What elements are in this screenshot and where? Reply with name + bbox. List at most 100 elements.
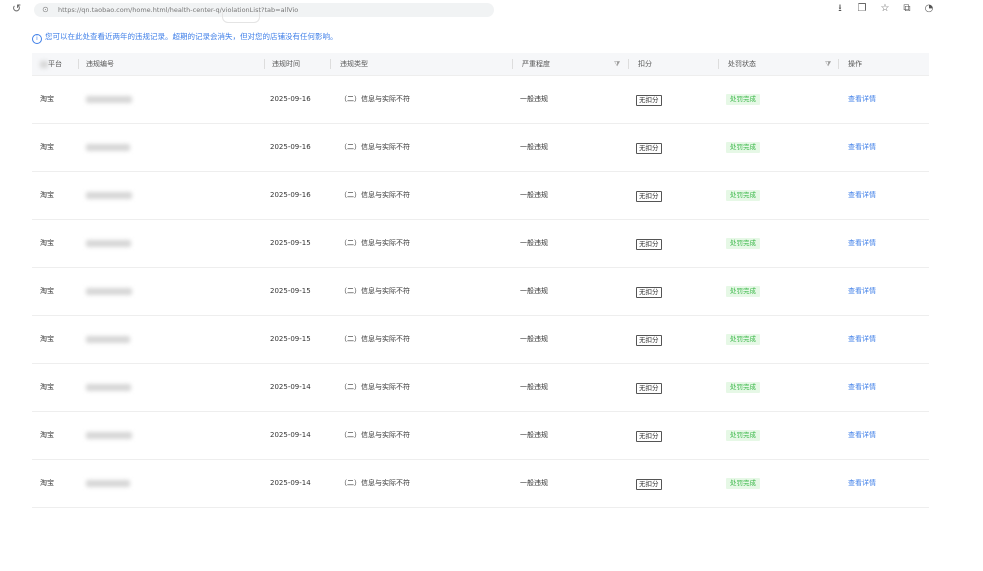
score-tag: 无扣分: [636, 239, 662, 250]
cell-platform: 淘宝: [40, 239, 54, 247]
info-icon: i: [32, 34, 42, 44]
history-icon[interactable]: ↺: [12, 2, 28, 16]
cell-type: （二）信息与实际不符: [340, 383, 410, 391]
cell-severity: 一般违规: [520, 287, 548, 295]
column-divider: [718, 59, 719, 69]
table-row: 淘宝 2025-09-14 （二）信息与实际不符 一般违规 无扣分 处罚完成 查…: [32, 460, 929, 508]
column-divider: [838, 59, 839, 69]
filter-icon[interactable]: ⧩: [614, 60, 620, 69]
cell-platform: 淘宝: [40, 479, 54, 487]
cell-type: （二）信息与实际不符: [340, 431, 410, 439]
download-icon[interactable]: ⭳: [833, 2, 847, 16]
table-row: 淘宝 2025-09-15 （二）信息与实际不符 一般违规 无扣分 处罚完成 查…: [32, 220, 929, 268]
cell-violation-no: [86, 364, 131, 411]
cell-time: 2025-09-15: [270, 239, 311, 247]
cell-type: （二）信息与实际不符: [340, 191, 410, 199]
browser-toolbar: ↺ ⊙ https://qn.taobao.com/home.html/heal…: [0, 0, 983, 23]
table-row: 淘宝 2025-09-16 （二）信息与实际不符 一般违规 无扣分 处罚完成 查…: [32, 76, 929, 124]
score-tag: 无扣分: [636, 287, 662, 298]
cell-severity: 一般违规: [520, 431, 548, 439]
table-header: 平台 违规编号 违规时间 违规类型 严重程度 ⧩ 扣分 处罚状态 ⧩ 操作: [32, 53, 929, 76]
cell-platform: 淘宝: [40, 191, 54, 199]
view-details-link[interactable]: 查看详情: [848, 460, 876, 507]
cell-platform: 淘宝: [40, 335, 54, 343]
col-action: 操作: [848, 60, 862, 68]
view-details-link[interactable]: 查看详情: [848, 316, 876, 363]
cell-platform: 淘宝: [40, 287, 54, 295]
tab-strip-edge: [222, 12, 260, 23]
cell-type: （二）信息与实际不符: [340, 239, 410, 247]
cell-time: 2025-09-15: [270, 287, 311, 295]
lock-icon[interactable]: ⊙: [42, 4, 49, 16]
view-details-link[interactable]: 查看详情: [848, 124, 876, 171]
notice-text: 您可以在此处查看近两年的违规记录。超期的记录会消失，但对您的店铺没有任何影响。: [45, 32, 338, 41]
score-tag: 无扣分: [636, 335, 662, 346]
col-time: 违规时间: [272, 60, 300, 68]
star-icon[interactable]: ☆: [878, 2, 892, 16]
address-bar[interactable]: ⊙ https://qn.taobao.com/home.html/health…: [34, 3, 494, 17]
status-badge: 处罚完成: [726, 142, 760, 153]
table-row: 淘宝 2025-09-14 （二）信息与实际不符 一般违规 无扣分 处罚完成 查…: [32, 412, 929, 460]
more-icon[interactable]: ◔: [922, 2, 936, 16]
col-violation-no: 违规编号: [86, 60, 114, 68]
cell-violation-no: [86, 316, 130, 363]
cell-type: （二）信息与实际不符: [340, 143, 410, 151]
filter-icon[interactable]: ⧩: [825, 60, 831, 69]
cell-violation-no: [86, 220, 131, 267]
cell-severity: 一般违规: [520, 239, 548, 247]
table-row: 淘宝 2025-09-15 （二）信息与实际不符 一般违规 无扣分 处罚完成 查…: [32, 316, 929, 364]
status-badge: 处罚完成: [726, 478, 760, 489]
score-tag: 无扣分: [636, 191, 662, 202]
col-status: 处罚状态: [728, 60, 756, 68]
violation-table: 平台 违规编号 违规时间 违规类型 严重程度 ⧩ 扣分 处罚状态 ⧩ 操作 淘宝…: [32, 53, 929, 508]
view-details-link[interactable]: 查看详情: [848, 412, 876, 459]
cell-severity: 一般违规: [520, 479, 548, 487]
col-platform: 平台: [40, 53, 62, 75]
status-badge: 处罚完成: [726, 190, 760, 201]
copy-icon[interactable]: ❐: [855, 2, 869, 16]
status-badge: 处罚完成: [726, 286, 760, 297]
view-details-link[interactable]: 查看详情: [848, 220, 876, 267]
table-body: 淘宝 2025-09-16 （二）信息与实际不符 一般违规 无扣分 处罚完成 查…: [32, 76, 929, 508]
view-details-link[interactable]: 查看详情: [848, 172, 876, 219]
view-details-link[interactable]: 查看详情: [848, 76, 876, 123]
view-details-link[interactable]: 查看详情: [848, 268, 876, 315]
notice-banner: i 您可以在此处查看近两年的违规记录。超期的记录会消失，但对您的店铺没有任何影响。: [32, 31, 338, 44]
status-badge: 处罚完成: [726, 382, 760, 393]
cell-severity: 一般违规: [520, 191, 548, 199]
cell-violation-no: [86, 268, 132, 315]
cell-time: 2025-09-15: [270, 335, 311, 343]
cell-time: 2025-09-16: [270, 143, 311, 151]
table-row: 淘宝 2025-09-15 （二）信息与实际不符 一般违规 无扣分 处罚完成 查…: [32, 268, 929, 316]
cell-violation-no: [86, 412, 132, 459]
col-score: 扣分: [638, 60, 652, 68]
score-tag: 无扣分: [636, 479, 662, 490]
cell-platform: 淘宝: [40, 383, 54, 391]
column-divider: [264, 59, 265, 69]
column-divider: [78, 59, 79, 69]
cell-type: （二）信息与实际不符: [340, 335, 410, 343]
status-badge: 处罚完成: [726, 430, 760, 441]
cell-time: 2025-09-16: [270, 191, 311, 199]
cell-severity: 一般违规: [520, 383, 548, 391]
table-row: 淘宝 2025-09-16 （二）信息与实际不符 一般违规 无扣分 处罚完成 查…: [32, 124, 929, 172]
table-row: 淘宝 2025-09-16 （二）信息与实际不符 一般违规 无扣分 处罚完成 查…: [32, 172, 929, 220]
col-type: 违规类型: [340, 60, 368, 68]
status-badge: 处罚完成: [726, 238, 760, 249]
cell-type: （二）信息与实际不符: [340, 95, 410, 103]
cell-violation-no: [86, 76, 132, 123]
tab-icon[interactable]: ⧉: [900, 2, 914, 16]
score-tag: 无扣分: [636, 431, 662, 442]
cell-platform: 淘宝: [40, 431, 54, 439]
score-tag: 无扣分: [636, 383, 662, 394]
status-badge: 处罚完成: [726, 94, 760, 105]
cell-time: 2025-09-14: [270, 479, 311, 487]
score-tag: 无扣分: [636, 143, 662, 154]
cell-severity: 一般违规: [520, 335, 548, 343]
url-text[interactable]: https://qn.taobao.com/home.html/health-c…: [58, 3, 298, 17]
cell-violation-no: [86, 460, 130, 507]
cell-type: （二）信息与实际不符: [340, 287, 410, 295]
cell-violation-no: [86, 124, 130, 171]
view-details-link[interactable]: 查看详情: [848, 364, 876, 411]
cell-time: 2025-09-16: [270, 95, 311, 103]
